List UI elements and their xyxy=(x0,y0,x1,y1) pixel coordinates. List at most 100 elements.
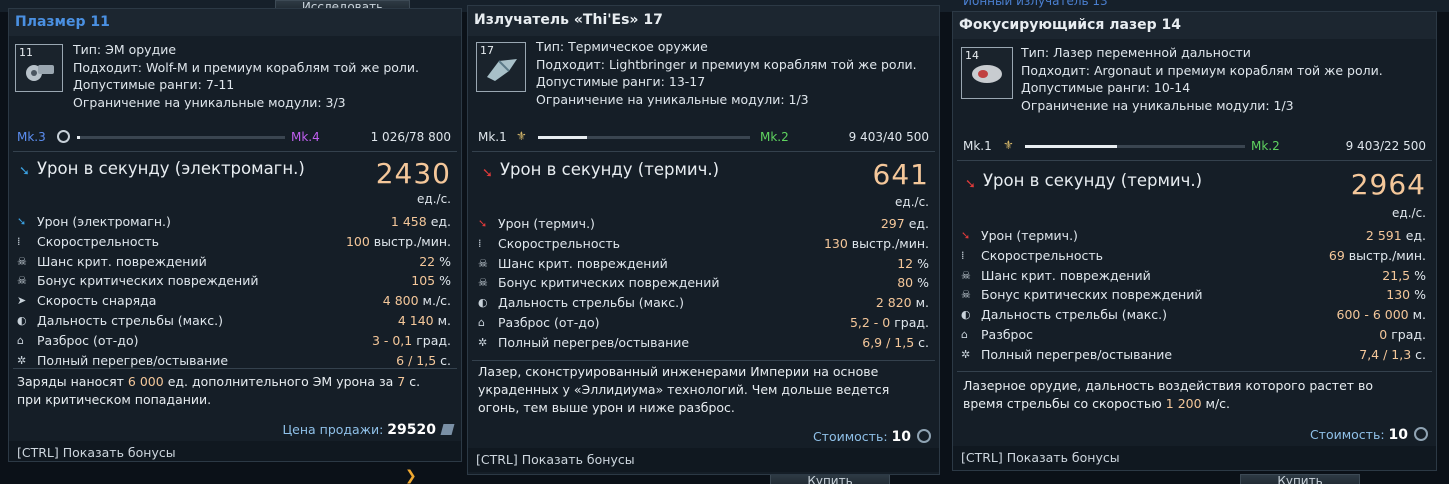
stat-value: 2 591 ед. xyxy=(1366,226,1426,246)
upgrade-token-icon xyxy=(1414,427,1428,441)
stat-row: ☠ Бонус критических повреждений 130 % xyxy=(961,285,1426,305)
desc-text: ед. дополнительного ЭМ урона за xyxy=(163,374,398,389)
module-info: Тип: Термическое оружие Подходит: Lightb… xyxy=(536,38,917,108)
stat-number: 105 xyxy=(411,273,436,289)
mk-wings-icon: ⚜ xyxy=(516,129,527,143)
desc-highlight: 6 000 xyxy=(127,374,164,389)
divider xyxy=(13,368,457,369)
stat-value: 21,5 % xyxy=(1382,266,1426,286)
side-arrow-icon[interactable]: ❯ xyxy=(405,468,417,484)
stat-unit: с. xyxy=(1411,346,1426,362)
stat-unit: с. xyxy=(436,352,451,368)
stat-unit: выстр./мин. xyxy=(369,233,451,249)
desc-text: Заряды наносят xyxy=(17,374,128,389)
spread-icon: ⌂ xyxy=(961,328,968,341)
stat-number: 130 xyxy=(1386,287,1411,303)
divider xyxy=(957,371,1432,372)
mk-xp: 1 026/78 800 xyxy=(370,130,451,144)
stat-number: 69 xyxy=(1328,247,1345,263)
stat-label: Бонус критических повреждений xyxy=(498,275,720,291)
stat-value: 600 - 6 000 м. xyxy=(1337,305,1427,325)
stat-unit: % xyxy=(435,253,451,269)
stat-unit: % xyxy=(1410,267,1426,283)
show-bonuses-hint[interactable]: [CTRL] Показать бонусы xyxy=(9,441,461,461)
desc-text: м/с. xyxy=(1201,396,1231,411)
dps-value: 641 xyxy=(872,158,929,191)
stat-row: ☠ Бонус критических повреждений 80 % xyxy=(478,273,929,293)
crit-chance-icon: ☠ xyxy=(961,268,971,282)
mk-wings-icon: ⚜ xyxy=(1003,138,1014,152)
crit-bonus-icon: ☠ xyxy=(17,274,27,288)
stat-value: 22 % xyxy=(419,252,451,272)
projectile-speed-icon: ➤ xyxy=(17,294,27,308)
stat-label: Полный перегрев/остывание xyxy=(981,346,1173,362)
sell-price: Цена продажи: 29520 xyxy=(282,422,455,438)
module-unique-limit: Ограничение на уникальные модули: 3/3 xyxy=(73,94,346,110)
stat-value: 6,9 / 1,5 с. xyxy=(862,333,929,353)
buy-button[interactable]: Купить xyxy=(770,474,890,484)
module-icon-box: 14 xyxy=(961,47,1013,99)
emitter-icon xyxy=(487,59,517,81)
stat-row: ◐ Дальность стрельбы (макс.) 4 140 м. xyxy=(17,311,451,331)
stat-value: 3 - 0,1 град. xyxy=(372,331,451,351)
thermal-damage-icon: ➘ xyxy=(961,229,971,242)
spread-icon: ⌂ xyxy=(478,316,485,329)
thermal-damage-icon: ➘ xyxy=(482,166,493,181)
stat-value: 2 820 м. xyxy=(876,293,929,313)
top-right-item-label: Ионный излучатель 13 xyxy=(963,0,1108,8)
mk-emblem-icon xyxy=(57,130,70,143)
mk-xp: 9 403/40 500 xyxy=(848,130,929,144)
stat-label: Дальность стрельбы (макс.) xyxy=(981,307,1168,323)
stat-number: 4 800 xyxy=(382,293,419,309)
stat-number: 130 xyxy=(823,235,848,251)
stat-number: 3 - 0,1 xyxy=(371,332,413,348)
stat-unit: град. xyxy=(1387,327,1426,342)
stat-row: ☠ Шанс крит. повреждений 22 % xyxy=(17,252,451,272)
crit-bonus-icon: ☠ xyxy=(961,288,971,302)
stat-label: Урон (электромагн.) xyxy=(37,214,171,229)
stat-number: 6 / 1,5 xyxy=(396,352,437,368)
stat-unit: % xyxy=(1410,287,1426,303)
fire-rate-icon: ⁞ xyxy=(478,236,482,250)
stat-row: ⌂ Разброс 0 град. xyxy=(961,325,1426,345)
stat-value: 5,2 - 0 град. xyxy=(850,313,929,333)
stat-number: 21,5 xyxy=(1382,267,1411,283)
stat-value: 130 % xyxy=(1386,285,1426,305)
divider xyxy=(957,160,1432,161)
module-type: Тип: Термическое оружие xyxy=(536,39,708,54)
range-icon: ◐ xyxy=(961,308,971,322)
buy-button[interactable]: Купить xyxy=(1240,474,1360,484)
stat-label: Скорострельность xyxy=(37,233,159,249)
overheat-icon: ✲ xyxy=(961,347,971,361)
stat-unit: % xyxy=(435,273,451,289)
mk-progress-bar xyxy=(1025,145,1245,148)
stat-label: Скорость снаряда xyxy=(37,293,157,309)
module-type: Тип: ЭМ орудие xyxy=(73,42,177,57)
stat-unit: град. xyxy=(890,315,929,330)
stat-label: Бонус критических повреждений xyxy=(981,287,1203,303)
desc-highlight: 1 200 xyxy=(1165,396,1202,411)
dps-label: Урон в секунду (термич.) xyxy=(983,171,1203,190)
stat-number: 600 - 6 000 xyxy=(1336,307,1409,323)
stat-row: ◐ Дальность стрельбы (макс.) 600 - 6 000 м… xyxy=(961,305,1426,325)
stat-value: 4 140 м. xyxy=(398,311,451,331)
stat-number: 100 xyxy=(345,233,370,249)
stat-row: ☠ Шанс крит. повреждений 21,5 % xyxy=(961,266,1426,286)
stat-unit: м. xyxy=(1408,307,1426,323)
spread-icon: ⌂ xyxy=(17,333,24,347)
stat-unit: % xyxy=(913,255,929,271)
stat-number: 12 xyxy=(897,255,914,271)
show-bonuses-hint[interactable]: [CTRL] Показать бонусы xyxy=(468,448,939,472)
module-description: Лазерное орудие, дальность воздействия к… xyxy=(963,377,1393,413)
stat-row: ✲ Полный перегрев/остывание 7,4 / 1,3 с. xyxy=(961,345,1426,365)
em-damage-icon: ➘ xyxy=(19,164,30,179)
show-bonuses-hint[interactable]: [CTRL] Показать бонусы xyxy=(953,446,1436,470)
stat-number: 4 140 xyxy=(397,313,434,328)
stat-number: 22 xyxy=(419,253,436,269)
mk-next: Mk.4 xyxy=(291,130,320,144)
stat-label: Урон (термич.) xyxy=(981,228,1078,243)
stat-unit: ед. xyxy=(904,216,929,231)
module-description: Лазер, сконструированный инженерами Импе… xyxy=(478,364,890,415)
stat-value: 69 выстр./мин. xyxy=(1329,246,1426,266)
crit-chance-icon: ☠ xyxy=(478,256,488,270)
